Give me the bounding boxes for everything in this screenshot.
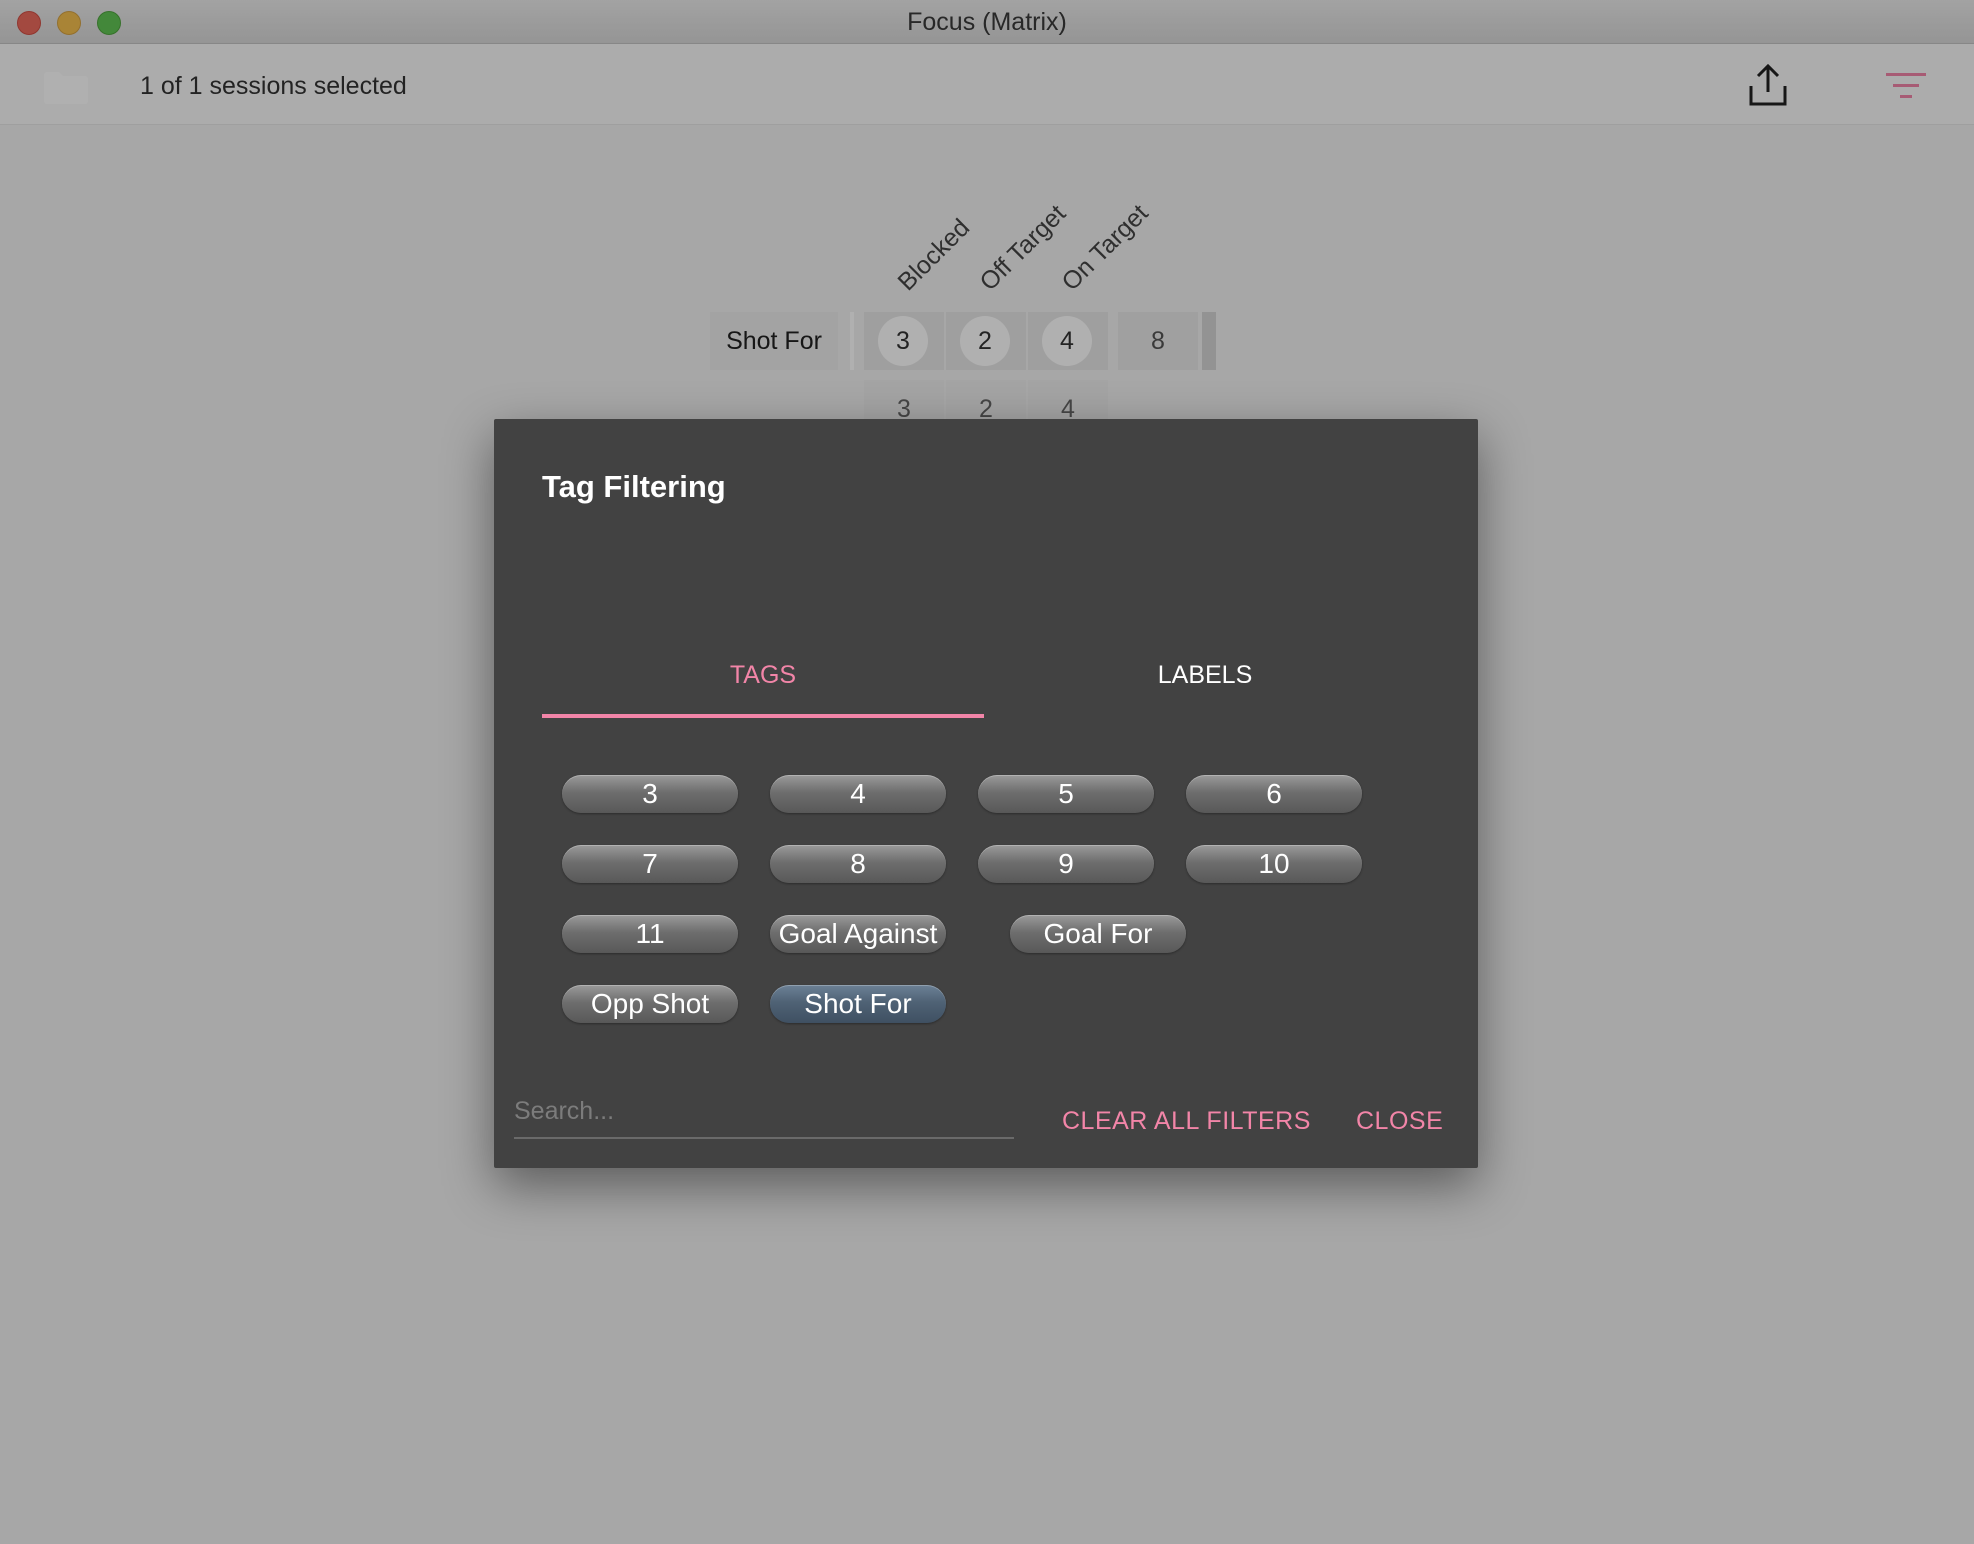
app-window: Focus (Matrix) 1 of 1 sessions selected	[0, 0, 1974, 1544]
tag-chip-3[interactable]: 3	[562, 775, 738, 813]
tag-chip-shot-for[interactable]: Shot For	[770, 985, 946, 1023]
tag-chip-opp-shot[interactable]: Opp Shot	[562, 985, 738, 1023]
tag-chip-goal-against[interactable]: Goal Against	[770, 915, 946, 953]
tag-chip-7[interactable]: 7	[562, 845, 738, 883]
active-tab-indicator	[542, 714, 984, 718]
tab-tags[interactable]: TAGS	[542, 659, 984, 729]
tab-tags-label: TAGS	[729, 661, 797, 689]
search-input[interactable]	[514, 1091, 1014, 1139]
tag-chip-goal-for[interactable]: Goal For	[1010, 915, 1186, 953]
tag-chip-10[interactable]: 10	[1186, 845, 1362, 883]
tab-labels-label: LABELS	[1157, 661, 1253, 689]
close-button[interactable]: CLOSE	[1356, 1107, 1443, 1136]
tab-labels[interactable]: LABELS	[984, 659, 1426, 729]
tag-chip-4[interactable]: 4	[770, 775, 946, 813]
tag-filtering-dialog: Tag Filtering TAGS LABELS 3 4 5 6 7 8 9 …	[494, 419, 1478, 1168]
dialog-title: Tag Filtering	[542, 469, 726, 504]
clear-all-filters-button[interactable]: CLEAR ALL FILTERS	[1062, 1107, 1311, 1136]
tag-chip-5[interactable]: 5	[978, 775, 1154, 813]
tag-chip-11[interactable]: 11	[562, 915, 738, 953]
tag-chip-6[interactable]: 6	[1186, 775, 1362, 813]
tag-chip-8[interactable]: 8	[770, 845, 946, 883]
tag-chip-9[interactable]: 9	[978, 845, 1154, 883]
